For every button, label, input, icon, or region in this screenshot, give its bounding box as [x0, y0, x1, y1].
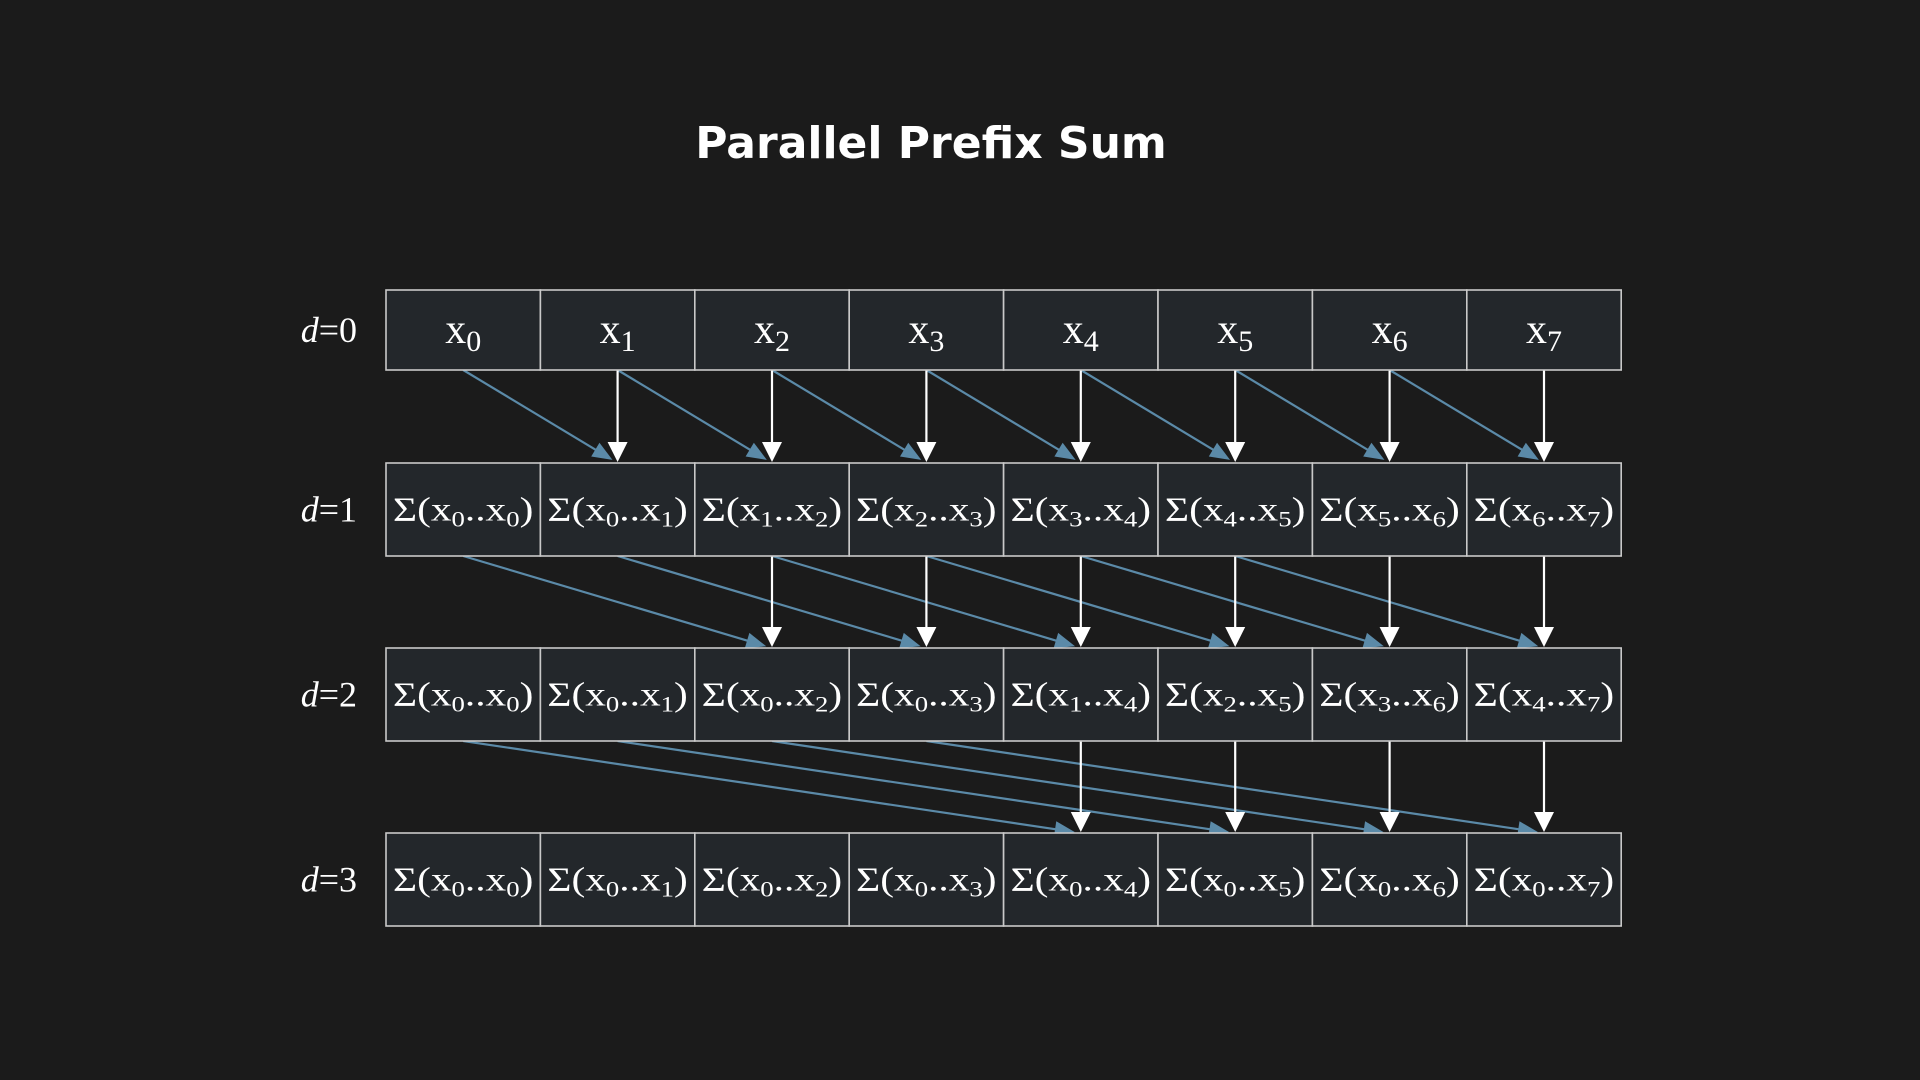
- row-label: d=1: [301, 490, 357, 530]
- array-cell: x1: [539, 289, 696, 371]
- array-cell: Σ(x 0..x 5): [1157, 832, 1314, 927]
- array-cell: x5: [1157, 289, 1314, 371]
- shifted-edge: [617, 369, 767, 460]
- row-d0: d=0 x0 x1 x2 x3 x4 x5 x6 x7: [301, 289, 1623, 371]
- vertical-edge: [1225, 370, 1246, 462]
- array-cell: Σ(x 0..x 0): [385, 462, 542, 557]
- vertical-edge: [1070, 370, 1091, 462]
- edge-layer: [462, 369, 1554, 838]
- array-cell: x2: [693, 289, 850, 371]
- row-d2: d=2 Σ(x 0..x 0) Σ(x 0..x 1) Σ(x 0..x 2) Σ(x 0..x 3) Σ…: [301, 647, 1623, 742]
- shifted-edge: [1080, 369, 1231, 460]
- array-cell: Σ(x 0..x 3): [848, 647, 1005, 742]
- vertical-edge: [1070, 556, 1091, 647]
- array-cell: Σ(x 0..x 7): [1466, 832, 1623, 927]
- array-cell: Σ(x 0..x 0): [385, 832, 542, 927]
- vertical-edge: [1379, 556, 1400, 647]
- vertical-edge: [916, 556, 937, 647]
- vertical-edge: [1379, 370, 1400, 462]
- shifted-edge: [925, 369, 1076, 460]
- array-cell: Σ(x 6..x 7): [1466, 462, 1623, 557]
- vertical-edge: [1225, 556, 1246, 647]
- array-cell: Σ(x 2..x 5): [1157, 647, 1314, 742]
- array-cell: Σ(x 2..x 3): [848, 462, 1005, 557]
- array-cell: Σ(x 0..x 6): [1311, 832, 1468, 927]
- array-cell: Σ(x 0..x 1): [539, 832, 696, 927]
- array-cell: Σ(x 5..x 6): [1311, 462, 1468, 557]
- vertical-edge: [1534, 556, 1554, 647]
- shifted-edge: [1389, 369, 1539, 460]
- row-d1: d=1 Σ(x 0..x 0) Σ(x 0..x 1) Σ(x 1..x 2) Σ(x 2..x 3) Σ…: [301, 462, 1623, 557]
- shifted-edge: [462, 554, 767, 649]
- shifted-edge: [462, 369, 613, 460]
- vertical-edge: [607, 370, 628, 462]
- row-label: d=3: [301, 860, 357, 900]
- shifted-edge: [617, 739, 1230, 838]
- row-label: d=2: [301, 675, 357, 715]
- shifted-edge: [771, 369, 922, 460]
- shifted-edge: [1234, 369, 1385, 460]
- vertical-edge: [1534, 741, 1554, 832]
- array-cell: x0: [385, 289, 542, 371]
- array-cell: Σ(x 3..x 4): [1002, 462, 1159, 557]
- array-cell: Σ(x 0..x 4): [1002, 832, 1159, 927]
- array-cell: Σ(x 4..x 5): [1157, 462, 1314, 557]
- vertical-edge: [916, 370, 937, 462]
- prefix-sum-diagram: d=0 x0 x1 x2 x3 x4 x5 x6 x7d=1 Σ(x 0..x 0) Σ(x 0..x 1)…: [301, 289, 1623, 927]
- row-d3: d=3 Σ(x 0..x 0) Σ(x 0..x 1) Σ(x 0..x 2) Σ(x 0..x 3) Σ…: [301, 832, 1623, 927]
- array-cell: Σ(x 1..x 2): [693, 462, 850, 557]
- array-cell: Σ(x 0..x 1): [539, 462, 696, 557]
- array-cell: Σ(x 0..x 0): [385, 647, 542, 742]
- array-cell: x6: [1311, 289, 1468, 371]
- vertical-edge: [1379, 741, 1400, 832]
- array-cell: Σ(x 0..x 3): [848, 832, 1005, 927]
- vertical-edge: [1534, 370, 1554, 462]
- array-cell: Σ(x 4..x 7): [1466, 647, 1623, 742]
- array-cell: x3: [848, 289, 1005, 371]
- vertical-edge: [762, 556, 782, 647]
- array-cell: Σ(x 0..x 2): [693, 647, 850, 742]
- slide: Parallel Prefix Sum d=0 x0 x1 x2 x3 x4 x5 x6 x7 d…: [0, 0, 1920, 1080]
- vertical-edge: [762, 370, 782, 462]
- array-cell: Σ(x 3..x 6): [1311, 647, 1468, 742]
- array-cell: Σ(x 0..x 2): [693, 832, 850, 927]
- row-label: d=0: [301, 310, 357, 350]
- array-cell: Σ(x 1..x 4): [1002, 647, 1159, 742]
- array-cell: x4: [1002, 289, 1159, 371]
- array-cell: x7: [1466, 289, 1623, 371]
- array-cell: Σ(x 0..x 1): [539, 647, 696, 742]
- shifted-edge: [463, 739, 1075, 838]
